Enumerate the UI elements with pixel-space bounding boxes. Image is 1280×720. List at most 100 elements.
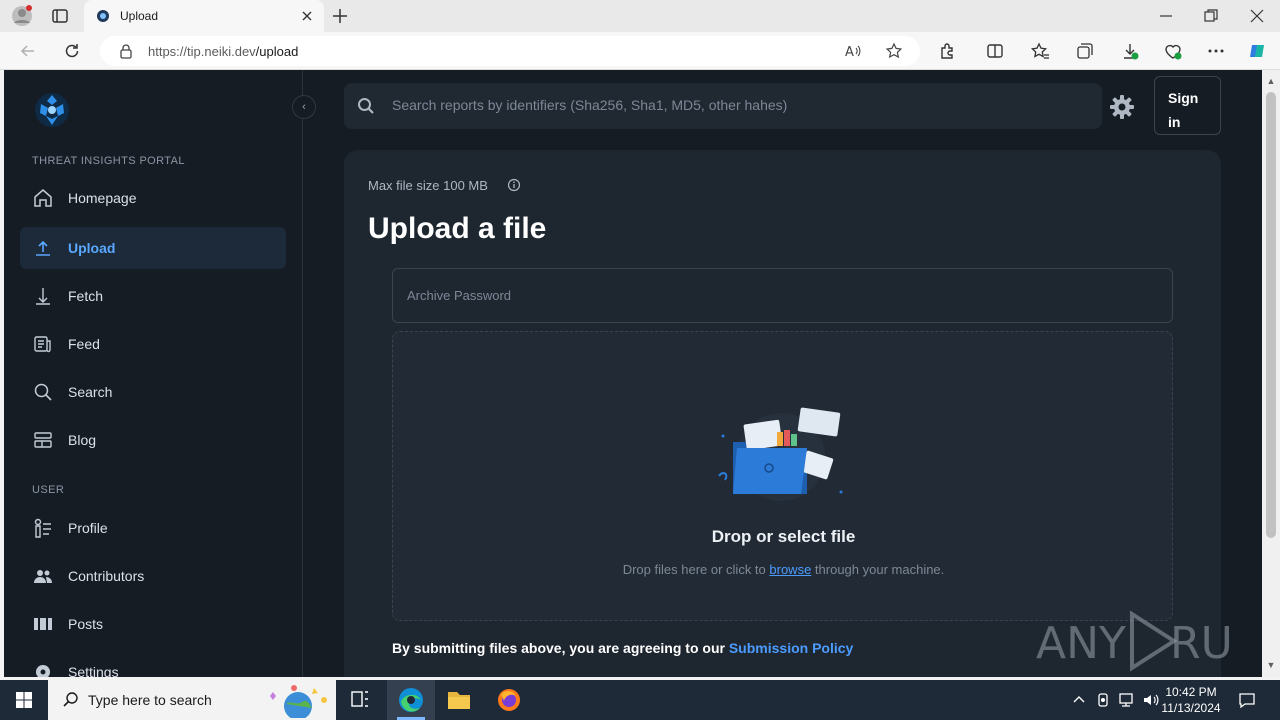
scroll-up-arrow-icon[interactable]: ▲ (1266, 76, 1276, 86)
sidebar-item-profile[interactable]: Profile (20, 507, 286, 549)
contributors-icon (34, 570, 52, 583)
sidebar-item-label: Settings (68, 664, 119, 677)
svg-text:ANY: ANY (1036, 618, 1126, 669)
page-scrollbar[interactable]: ▲ ▼ (1262, 70, 1280, 677)
file-drop-zone[interactable]: Drop or select file Drop files here or c… (392, 331, 1173, 621)
web-page: THREAT INSIGHTS PORTAL Homepage Upload F… (4, 70, 1262, 677)
taskbar-edge-app[interactable] (387, 680, 435, 720)
back-icon[interactable] (18, 41, 38, 61)
home-icon (34, 189, 52, 207)
restore-icon[interactable] (1201, 6, 1221, 26)
collections-icon[interactable] (1075, 41, 1095, 61)
sidebar-item-label: Posts (68, 616, 104, 632)
windows-taskbar: Type here to search 10:42 PM 11/13/2024 (0, 680, 1280, 720)
sidebar: THREAT INSIGHTS PORTAL Homepage Upload F… (4, 70, 303, 677)
browser-tab[interactable]: Upload (84, 0, 324, 32)
sidebar-item-posts[interactable]: Posts (20, 603, 286, 645)
address-bar[interactable]: https://tip.neiki.dev/upload A (100, 36, 920, 66)
sidebar-item-label: Feed (68, 336, 100, 352)
sidebar-item-upload[interactable]: Upload (20, 227, 286, 269)
archive-password-placeholder: Archive Password (407, 288, 512, 303)
favorite-star-icon[interactable] (885, 42, 903, 60)
sidebar-item-fetch[interactable]: Fetch (20, 275, 286, 317)
report-search-input[interactable]: Search reports by identifiers (Sha256, S… (344, 83, 1102, 129)
svg-text:RUN: RUN (1170, 618, 1232, 669)
site-favicon-icon (97, 10, 109, 22)
sidebar-item-homepage[interactable]: Homepage (20, 177, 286, 219)
volume-icon[interactable] (1142, 691, 1160, 709)
search-icon (63, 692, 78, 707)
show-hidden-icons-icon[interactable] (1070, 691, 1088, 709)
blog-icon (34, 432, 52, 448)
taskbar-search-box[interactable]: Type here to search (48, 680, 336, 720)
new-tab-icon[interactable] (330, 6, 350, 26)
network-icon[interactable] (1118, 691, 1136, 709)
extensions-icon[interactable] (937, 41, 957, 61)
file-explorer-icon[interactable] (435, 680, 483, 720)
lock-icon[interactable] (118, 43, 134, 59)
close-tab-icon[interactable] (300, 9, 314, 23)
profile-avatar-icon[interactable] (11, 5, 33, 27)
upload-card: Max file size 100 MB Upload a file Archi… (344, 150, 1221, 677)
taskbar-clock[interactable]: 10:42 PM 11/13/2024 (1160, 684, 1222, 716)
section-label-portal: THREAT INSIGHTS PORTAL (32, 155, 185, 167)
browse-link[interactable]: browse (769, 562, 811, 577)
info-icon[interactable] (507, 178, 521, 192)
drop-subtitle: Drop files here or click to browse throu… (622, 562, 945, 577)
sidebar-item-label: Homepage (68, 190, 137, 206)
search-highlight-icon (270, 685, 327, 718)
tab-title: Upload (120, 9, 159, 23)
fetch-icon (36, 288, 50, 305)
url-text: https://tip.neiki.dev/upload (148, 44, 299, 59)
usb-device-icon[interactable] (1094, 691, 1112, 709)
scroll-down-arrow-icon[interactable]: ▼ (1266, 660, 1276, 670)
more-menu-icon[interactable] (1206, 41, 1226, 61)
firefox-icon[interactable] (485, 680, 533, 720)
tab-actions-icon[interactable] (50, 6, 70, 26)
profile-icon (34, 518, 51, 538)
submission-policy-link[interactable]: Submission Policy (729, 640, 853, 656)
sidebar-item-label: Fetch (68, 288, 104, 304)
search-placeholder: Search reports by identifiers (Sha256, S… (392, 97, 788, 113)
task-view-icon[interactable] (336, 680, 384, 720)
sign-in-button[interactable]: Sign in (1154, 76, 1221, 135)
downloads-icon[interactable] (1120, 41, 1140, 61)
sidebar-item-feed[interactable]: Feed (20, 323, 286, 365)
search-icon (34, 383, 52, 401)
section-label-user: USER (32, 484, 65, 496)
gear-icon[interactable] (1109, 94, 1135, 120)
sidebar-item-search[interactable]: Search (20, 371, 286, 413)
folder-illustration-icon (718, 407, 843, 501)
minimize-icon[interactable] (1156, 6, 1176, 26)
taskbar-search-text: Type here to search (88, 692, 212, 708)
settings-icon (36, 665, 50, 677)
sidebar-item-label: Contributors (68, 568, 145, 584)
search-icon (358, 98, 374, 114)
split-screen-icon[interactable] (985, 41, 1005, 61)
collapse-sidebar-button[interactable]: ‹ (292, 95, 316, 119)
copilot-icon[interactable] (1247, 41, 1267, 61)
clock-time: 10:42 PM (1165, 685, 1217, 699)
notifications-icon[interactable] (1238, 691, 1256, 709)
clock-date: 11/13/2024 (1161, 701, 1221, 715)
windows-start-icon[interactable] (0, 680, 48, 720)
browser-essentials-icon[interactable] (1163, 41, 1183, 61)
max-file-size-text: Max file size 100 MB (368, 178, 488, 193)
close-window-icon[interactable] (1247, 6, 1267, 26)
sidebar-item-label: Upload (68, 240, 116, 256)
archive-password-field[interactable]: Archive Password (392, 268, 1173, 323)
sidebar-item-contributors[interactable]: Contributors (20, 555, 286, 597)
sidebar-item-settings[interactable]: Settings (20, 651, 286, 677)
upload-icon (36, 240, 50, 256)
sidebar-item-label: Blog (68, 432, 97, 448)
page-title: Upload a file (368, 212, 547, 245)
browser-toolbar: https://tip.neiki.dev/upload A (0, 32, 1280, 70)
scrollbar-thumb[interactable] (1266, 92, 1276, 538)
browser-tab-bar: Upload (0, 0, 1280, 32)
sidebar-item-blog[interactable]: Blog (20, 419, 286, 461)
neiki-logo-icon[interactable] (32, 90, 72, 130)
refresh-icon[interactable] (62, 41, 82, 61)
sidebar-item-label: Search (68, 384, 113, 400)
read-aloud-icon[interactable]: A (844, 42, 862, 60)
favorites-icon[interactable] (1030, 41, 1050, 61)
